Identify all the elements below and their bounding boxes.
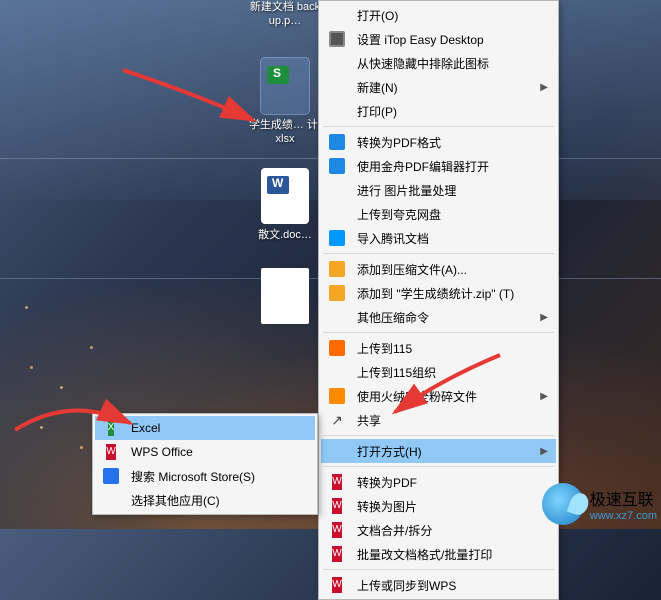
menu-open-with[interactable]: 打开方式(H)▶ — [321, 439, 556, 463]
share-icon: ↗ — [327, 410, 347, 430]
watermark-logo-icon — [542, 483, 584, 525]
pdf-icon — [327, 132, 347, 152]
menu-separator — [323, 126, 554, 127]
chevron-right-icon: ▶ — [540, 446, 548, 457]
zip-icon — [327, 259, 347, 279]
menu-wps-sync[interactable]: W上传或同步到WPS — [321, 573, 556, 597]
excel-icon: X — [101, 418, 121, 438]
menu-open-jinzhou-pdf[interactable]: 使用金舟PDF编辑器打开 — [321, 154, 556, 178]
watermark-url: www.xz7.com — [590, 510, 657, 522]
desktop-file-docx[interactable]: 散文.doc… — [248, 168, 322, 242]
menu-huorong-shred[interactable]: 使用火绒安全粉碎文件▶ — [321, 384, 556, 408]
wps-icon: W — [327, 544, 347, 564]
menu-open[interactable]: 打开(O) — [321, 3, 556, 27]
pdf-icon — [327, 156, 347, 176]
file-label: 新建文档 backup.p… — [248, 0, 322, 28]
menu-convert-pdf[interactable]: 转换为PDF格式 — [321, 130, 556, 154]
menu-wps-pdf[interactable]: W转换为PDF — [321, 470, 556, 494]
menu-wps-merge[interactable]: W文档合并/拆分 — [321, 518, 556, 542]
menu-separator — [323, 569, 554, 570]
menu-share[interactable]: ↗共享 — [321, 408, 556, 432]
menu-batch-image[interactable]: 进行 图片批量处理 — [321, 178, 556, 202]
desktop-file-backup[interactable]: 新建文档 backup.p… — [248, 0, 322, 28]
file-label: 散文.doc… — [248, 228, 322, 242]
menu-separator — [323, 253, 554, 254]
menu-separator — [323, 435, 554, 436]
wps-icon: W — [327, 472, 347, 492]
menu-separator — [323, 466, 554, 467]
zip-icon — [327, 283, 347, 303]
menu-import-tencent[interactable]: 导入腾讯文档 — [321, 226, 556, 250]
store-icon — [101, 466, 121, 486]
blank-file-icon — [261, 268, 309, 324]
desktop-file-xlsx[interactable]: 学生成绩… 计.xlsx — [248, 58, 322, 146]
desktop-file-blank[interactable] — [248, 268, 322, 328]
huorong-icon — [327, 386, 347, 406]
xlsx-icon — [261, 58, 309, 114]
menu-add-zip-named[interactable]: 添加到 "学生成绩统计.zip" (T) — [321, 281, 556, 305]
tencent-icon — [327, 228, 347, 248]
wps-icon: W — [327, 520, 347, 540]
115-icon — [327, 338, 347, 358]
chevron-right-icon: ▶ — [540, 312, 548, 323]
menu-print[interactable]: 打印(P) — [321, 99, 556, 123]
wps-icon: W — [327, 575, 347, 595]
menu-add-archive[interactable]: 添加到压缩文件(A)... — [321, 257, 556, 281]
open-with-submenu: XExcel WWPS Office 搜索 Microsoft Store(S)… — [92, 413, 318, 515]
menu-new[interactable]: 新建(N)▶ — [321, 75, 556, 99]
menu-exclude-hide[interactable]: 从快速隐藏中排除此图标 — [321, 51, 556, 75]
menu-upload-quark[interactable]: 上传到夸克网盘 — [321, 202, 556, 226]
submenu-search-store[interactable]: 搜索 Microsoft Store(S) — [95, 464, 315, 488]
menu-other-compress[interactable]: 其他压缩命令▶ — [321, 305, 556, 329]
menu-wps-image[interactable]: W转换为图片 — [321, 494, 556, 518]
submenu-wps[interactable]: WWPS Office — [95, 440, 315, 464]
wps-icon: W — [101, 442, 121, 462]
wps-icon: W — [327, 496, 347, 516]
submenu-choose-other[interactable]: 选择其他应用(C) — [95, 488, 315, 512]
itop-icon — [327, 29, 347, 49]
watermark: 极速互联 www.xz7.com — [542, 483, 657, 525]
menu-upload-115[interactable]: 上传到115 — [321, 336, 556, 360]
watermark-name: 极速互联 — [590, 486, 657, 510]
word-icon — [261, 168, 309, 224]
context-menu: 打开(O) 设置 iTop Easy Desktop 从快速隐藏中排除此图标 新… — [318, 0, 559, 600]
chevron-right-icon: ▶ — [540, 82, 548, 93]
file-label: 学生成绩… 计.xlsx — [248, 118, 322, 146]
menu-upload-115-org[interactable]: 上传到115组织 — [321, 360, 556, 384]
menu-wps-batch[interactable]: W批量改文档格式/批量打印 — [321, 542, 556, 566]
menu-separator — [323, 332, 554, 333]
chevron-right-icon: ▶ — [540, 391, 548, 402]
submenu-excel[interactable]: XExcel — [95, 416, 315, 440]
menu-itop-settings[interactable]: 设置 iTop Easy Desktop — [321, 27, 556, 51]
